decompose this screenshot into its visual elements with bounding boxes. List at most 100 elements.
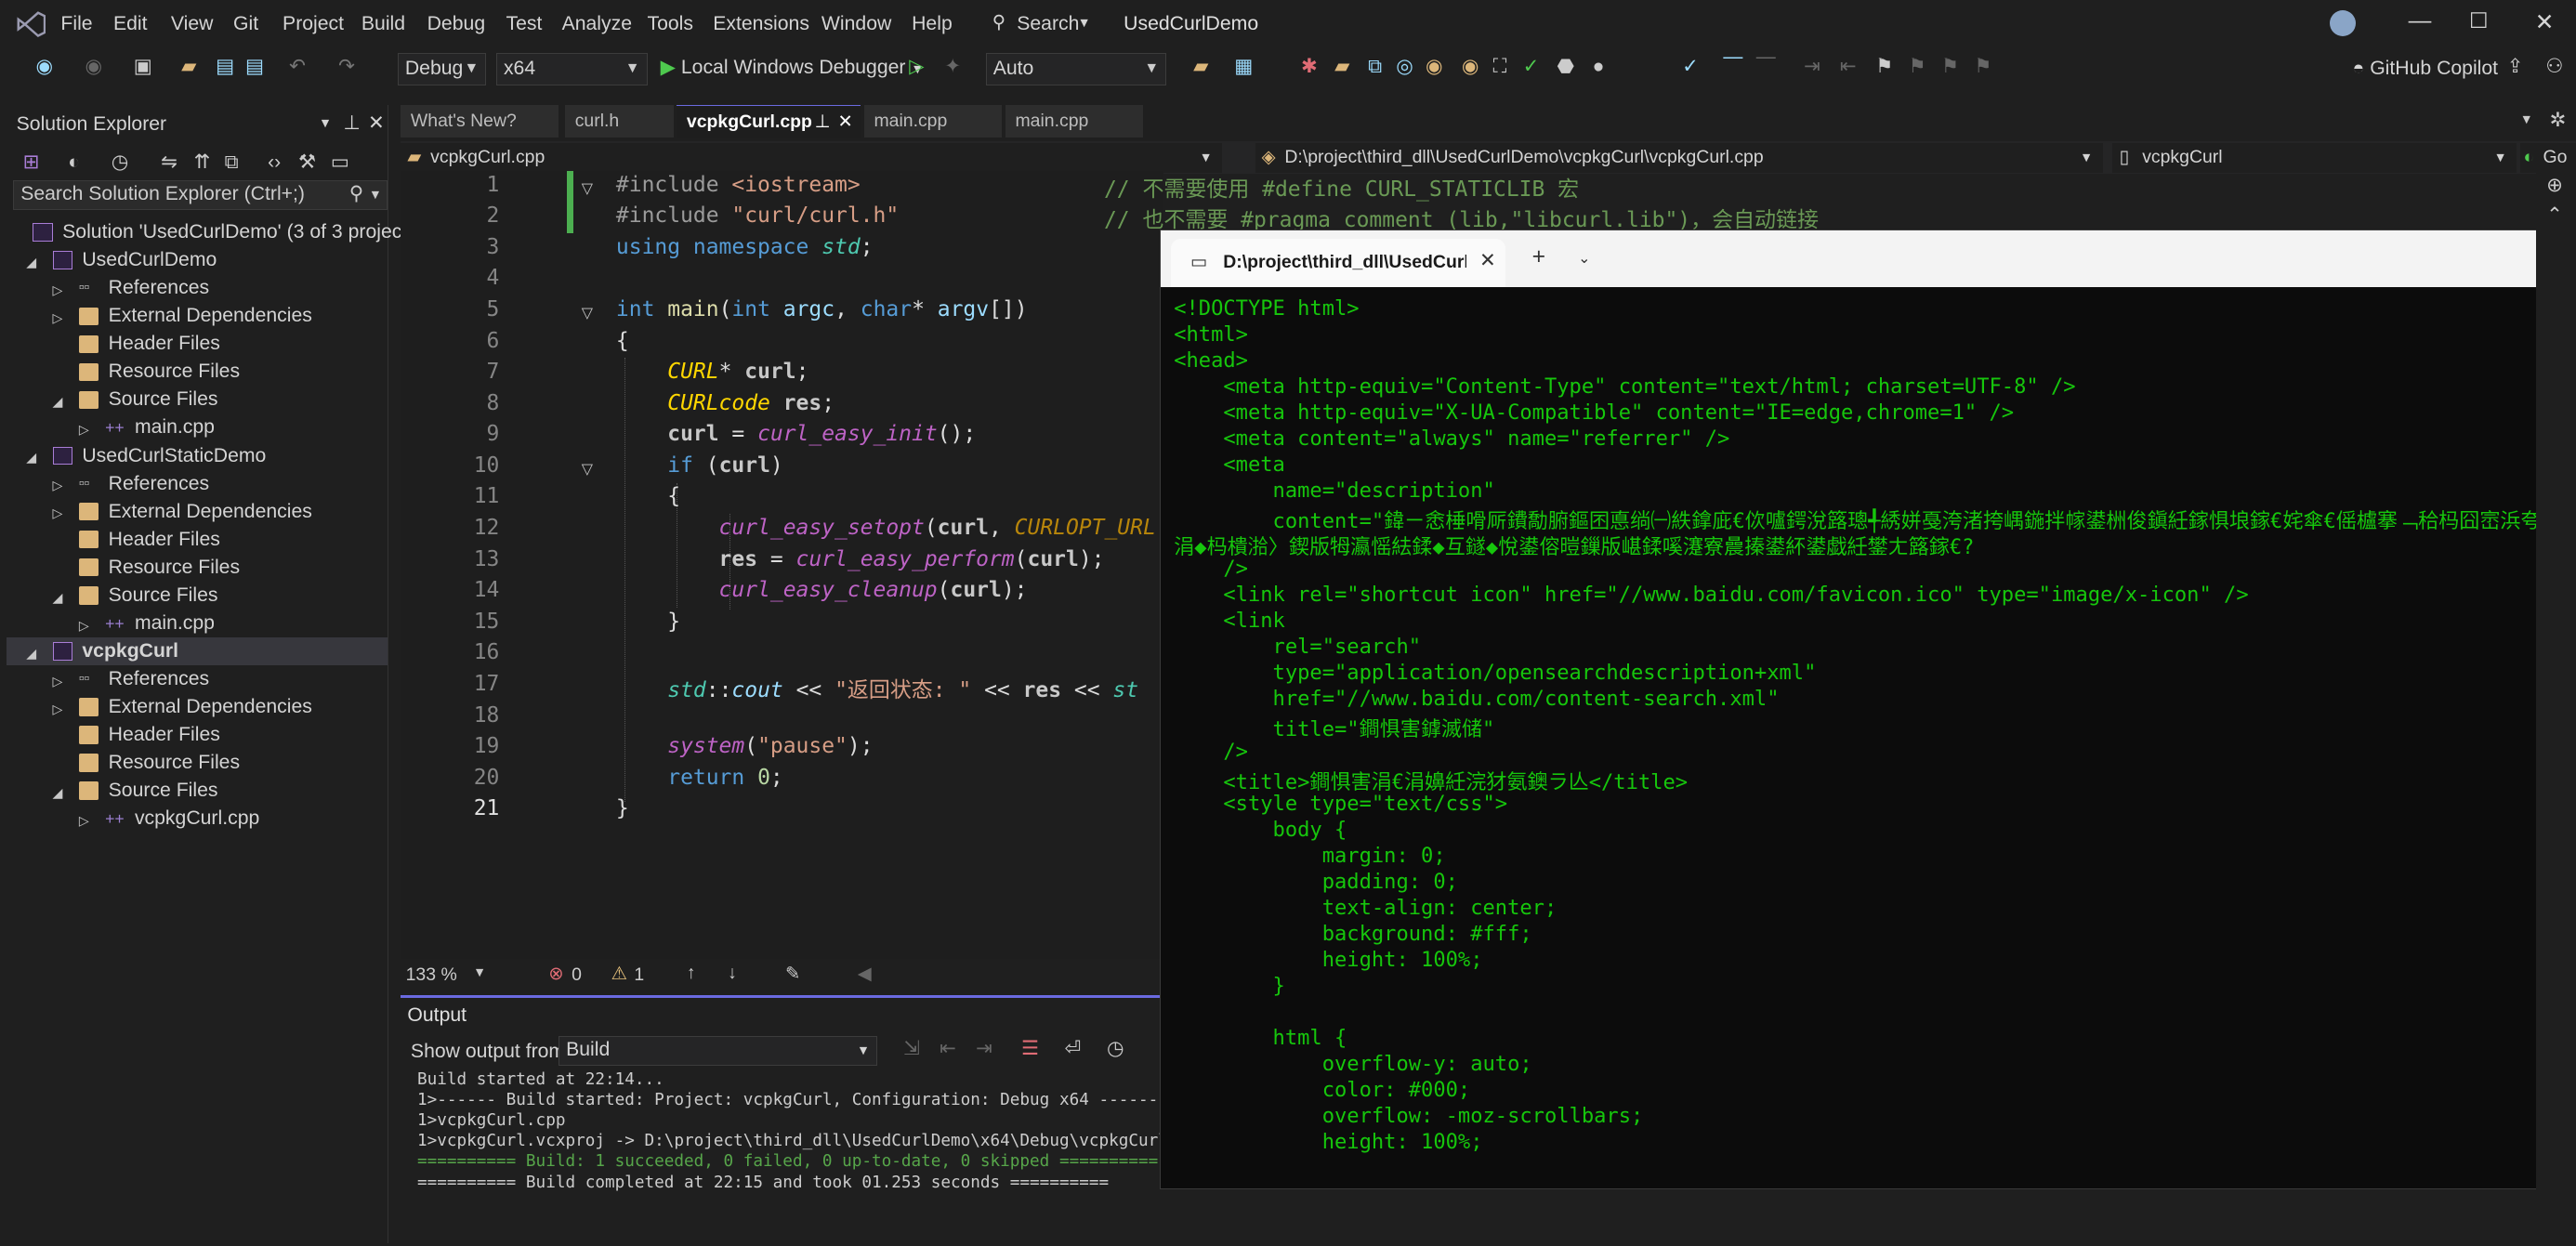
close-icon[interactable]: ✕ bbox=[2535, 8, 2555, 36]
crop-icon[interactable]: ⛶ bbox=[1489, 56, 1512, 79]
solution-search-input[interactable]: Search Solution Explorer (Ctrl+;) ⚲ ▼ bbox=[13, 180, 388, 211]
minimize-icon[interactable]: — bbox=[2409, 8, 2432, 34]
tree-item[interactable]: ◢ UsedCurlStaticDemo bbox=[7, 442, 388, 470]
fold-icon[interactable]: ▽ bbox=[582, 179, 593, 198]
find-message-icon[interactable]: ⇲ bbox=[900, 1038, 924, 1061]
save-all-icon[interactable]: ▤ bbox=[243, 56, 267, 79]
path-scope-select[interactable]: ◈ D:\project\third_dll\UsedCurlDemo\vcpk… bbox=[1255, 142, 2103, 173]
global-search[interactable]: ⚲ Search ▼ bbox=[986, 7, 1095, 39]
error-count[interactable]: 0 bbox=[572, 964, 582, 986]
tree-item[interactable]: Header Files bbox=[7, 526, 388, 554]
menu-test[interactable]: Test bbox=[506, 13, 542, 35]
layout-icon[interactable]: ▦ bbox=[1232, 56, 1255, 79]
menu-window[interactable]: Window bbox=[821, 13, 891, 35]
uncomment-icon[interactable]: ⎺ bbox=[1755, 56, 1778, 79]
redo-icon[interactable]: ↷ bbox=[335, 56, 359, 79]
chevron-down-icon[interactable]: ▼ bbox=[473, 964, 486, 979]
tab-curl-h[interactable]: curl.h bbox=[565, 105, 674, 138]
collapsed-icon[interactable]: ▷ bbox=[53, 304, 63, 332]
tree-item[interactable]: ◢ UsedCurlDemo bbox=[7, 246, 388, 274]
feedback-icon[interactable]: ⚇ bbox=[2543, 56, 2567, 79]
menu-git[interactable]: Git bbox=[233, 13, 258, 35]
breakpoint-icon[interactable]: ◉ bbox=[1423, 56, 1446, 79]
tree-item[interactable]: Header Files bbox=[7, 330, 388, 358]
bookmark-icon[interactable]: ⚑ bbox=[1873, 56, 1896, 79]
platform-select[interactable]: x64 ▼ bbox=[495, 52, 648, 85]
tree-item[interactable]: ▷ ▫▫ References bbox=[7, 665, 388, 693]
menu-analyze[interactable]: Analyze bbox=[562, 13, 632, 35]
bookmark-clear-icon[interactable]: ⚑ bbox=[1971, 56, 1994, 79]
console-output[interactable]: <!DOCTYPE html> <html> <head> <meta http-e… bbox=[1161, 287, 2573, 1187]
expanded-icon[interactable]: ◢ bbox=[26, 639, 36, 667]
tree-item[interactable]: ▷ External Dependencies bbox=[7, 498, 388, 526]
tree-item[interactable]: ◢ Source Files bbox=[7, 777, 388, 805]
new-project-icon[interactable]: ▣ bbox=[131, 56, 154, 79]
tab-list-icon[interactable]: ▼ bbox=[2520, 111, 2533, 126]
folder-view-icon[interactable]: ▰ bbox=[1189, 56, 1213, 79]
text-check-icon[interactable]: ✓ bbox=[1679, 56, 1702, 79]
code-editor[interactable]: 1 2 3 4 5 6 7 8 9 10 11 12 13 14 15 16 17 18 19 20 21 ▽ ▽ ▽ … bbox=[401, 170, 1163, 960]
tree-item[interactable]: ▷ ++ vcpkgCurl.cpp bbox=[7, 805, 388, 833]
tree-item[interactable]: Solution 'UsedCurlDemo' (3 of 3 projects… bbox=[7, 218, 424, 246]
arrow-down-icon[interactable]: ↓ bbox=[728, 963, 737, 984]
record-icon[interactable]: ● bbox=[1587, 56, 1610, 79]
expanded-icon[interactable]: ◢ bbox=[53, 387, 63, 415]
comment-icon[interactable]: ⎺ bbox=[1722, 56, 1745, 79]
output-source-select[interactable]: Build ▼ bbox=[559, 1035, 877, 1066]
clear-all-icon[interactable]: ☰ bbox=[1019, 1038, 1042, 1061]
timestamp-icon[interactable]: ◷ bbox=[1104, 1038, 1127, 1061]
bookmark-next-icon[interactable]: ⚑ bbox=[1939, 56, 1962, 79]
pin-tab-icon[interactable]: ⊥ bbox=[815, 106, 831, 138]
open-file-icon[interactable]: ▰ bbox=[177, 56, 201, 79]
maximize-icon[interactable]: ☐ bbox=[2469, 8, 2489, 33]
preview-icon[interactable]: ▭ bbox=[329, 151, 352, 175]
tree-item[interactable]: ◢ Source Files bbox=[7, 386, 388, 413]
menu-view[interactable]: View bbox=[171, 13, 214, 35]
settings-icon[interactable]: ✲ bbox=[2550, 109, 2567, 132]
new-tab-icon[interactable]: + bbox=[1532, 244, 1545, 270]
expanded-icon[interactable]: ◢ bbox=[53, 779, 63, 807]
warning-count[interactable]: 1 bbox=[634, 964, 644, 986]
tab-main-cpp-2[interactable]: main.cpp bbox=[1005, 105, 1144, 138]
collapsed-icon[interactable]: ▷ bbox=[53, 695, 63, 723]
debug-tool-icon[interactable]: ✱ bbox=[1298, 56, 1321, 79]
expanded-icon[interactable]: ◢ bbox=[26, 443, 36, 471]
collapsed-icon[interactable]: ▷ bbox=[53, 667, 63, 695]
home-icon[interactable]: ◐ bbox=[62, 151, 85, 175]
tree-item[interactable]: ▷ ▫▫ References bbox=[7, 274, 388, 302]
tree-item[interactable]: Resource Files bbox=[7, 554, 388, 582]
tab-vcpkgcurl-cpp[interactable]: vcpkgCurl.cpp ⊥ ✕ bbox=[677, 105, 861, 138]
configuration-select[interactable]: Debug ▼ bbox=[397, 52, 487, 85]
history-icon[interactable]: ◷ bbox=[109, 151, 132, 175]
forward-icon[interactable]: ◉ bbox=[82, 56, 105, 79]
close-tab-icon[interactable]: ✕ bbox=[1479, 249, 1496, 272]
solution-config-select[interactable]: Auto ▼ bbox=[985, 52, 1167, 85]
collapsed-icon[interactable]: ▷ bbox=[53, 499, 63, 527]
next-message-icon[interactable]: ⇥ bbox=[973, 1038, 996, 1061]
switch-views-icon[interactable]: ⊞ bbox=[20, 151, 43, 175]
menu-project[interactable]: Project bbox=[283, 13, 344, 35]
tree-item[interactable]: Resource Files bbox=[7, 749, 388, 777]
undo-icon[interactable]: ↶ bbox=[286, 56, 309, 79]
scroll-left-icon[interactable]: ◀ bbox=[858, 963, 872, 985]
properties-icon[interactable]: ⚒ bbox=[296, 151, 319, 175]
split-icon[interactable]: ⊕ bbox=[2546, 174, 2563, 197]
folder-icon[interactable]: ▰ bbox=[1331, 56, 1354, 79]
tree-item[interactable]: ◢ vcpkgCurl bbox=[7, 636, 388, 667]
watch-icon[interactable]: ◎ bbox=[1393, 56, 1416, 79]
tree-item[interactable]: Header Files bbox=[7, 721, 388, 749]
collapsed-icon[interactable]: ▷ bbox=[79, 807, 89, 834]
outdent-icon[interactable]: ⇤ bbox=[1836, 56, 1860, 79]
show-all-files-icon[interactable]: ⧉ bbox=[220, 151, 243, 175]
code-view-icon[interactable]: ‹› bbox=[263, 151, 286, 175]
close-panel-icon[interactable]: ✕ bbox=[368, 111, 385, 135]
avatar[interactable] bbox=[2329, 9, 2357, 36]
tab-whats-new[interactable]: What's New? bbox=[401, 105, 559, 138]
tree-item[interactable]: Resource Files bbox=[7, 358, 388, 386]
fold-icon[interactable]: ▽ bbox=[582, 460, 593, 479]
console-window[interactable]: ▭ D:\project\third_dll\UsedCurlDemo\x64\… bbox=[1160, 230, 2576, 1189]
hot-reload-icon[interactable]: ✦ bbox=[941, 56, 965, 79]
member-scope-select[interactable]: ▯ vcpkgCurl ▼ bbox=[2112, 142, 2517, 173]
tree-item[interactable]: ▷ ++ main.cpp bbox=[7, 610, 388, 637]
arrow-up-icon[interactable]: ↑ bbox=[687, 963, 696, 984]
